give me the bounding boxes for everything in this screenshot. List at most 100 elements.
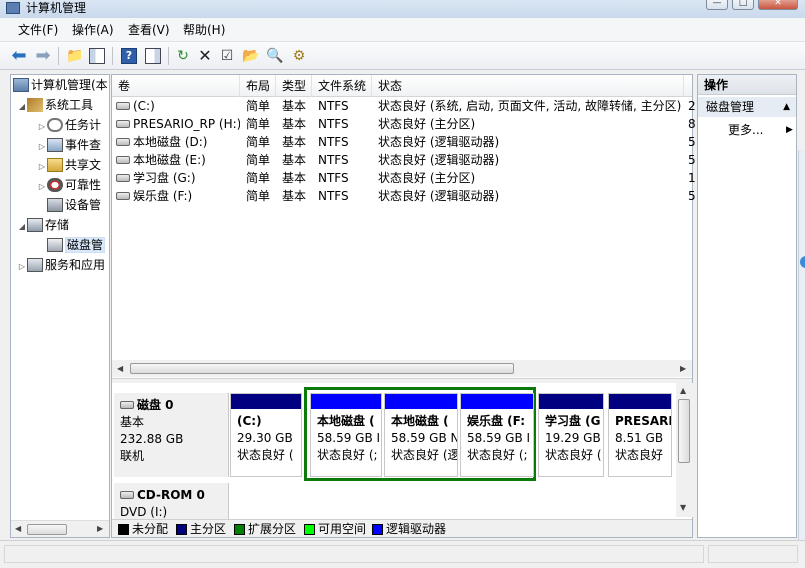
device-manager-icon <box>47 198 63 212</box>
scroll-right-arrow-icon[interactable]: ▶ <box>680 364 686 373</box>
legend-label: 未分配 <box>132 522 169 536</box>
volume-row[interactable]: PRESARIO_RP (H:) 简单 基本 NTFS 状态良好 (主分区) 8 <box>112 115 696 133</box>
drive-icon <box>116 138 130 146</box>
properties-icon[interactable]: ☑ <box>218 47 236 65</box>
tree-item-services-applications[interactable]: ▷ 服务和应用 <box>17 255 105 275</box>
tree-item-storage[interactable]: ◢ 存储 <box>17 215 69 235</box>
delete-icon[interactable]: ✕ <box>196 47 214 65</box>
legend-label: 扩展分区 <box>248 522 297 536</box>
more-actions-link[interactable]: 更多... ▶ <box>728 121 793 139</box>
show-hide-action-pane-icon[interactable] <box>144 47 162 65</box>
event-viewer-icon <box>47 138 63 152</box>
partition-legend: 未分配 主分区 扩展分区 可用空间 逻辑驱动器 <box>112 519 692 537</box>
menu-action[interactable]: 操作(A) <box>72 22 114 38</box>
partition-bar <box>609 394 671 409</box>
disk-graph-vertical-scrollbar[interactable]: ▲ ▼ <box>676 383 693 517</box>
background-window-edge <box>798 150 805 540</box>
status-segment <box>708 545 798 563</box>
column-filesystem[interactable]: 文件系统 <box>312 75 372 97</box>
window-title: 计算机管理 <box>26 1 87 15</box>
disk-settings-icon[interactable]: ⚙ <box>290 47 308 65</box>
actions-title: 操作 <box>698 75 796 95</box>
title-bar: 计算机管理 — □ ✕ <box>0 0 805 18</box>
tree-item-computer-management[interactable]: 计算机管理(本 <box>13 75 108 95</box>
expand-arrow-icon[interactable]: ▷ <box>37 177 47 197</box>
scroll-down-arrow-icon[interactable]: ▼ <box>680 503 686 512</box>
partition-h[interactable]: PRESARI 8.51 GB 状态良好 <box>608 393 672 477</box>
minimize-button[interactable]: — <box>706 0 728 10</box>
computer-management-icon <box>13 78 29 92</box>
menu-view[interactable]: 查看(V) <box>128 22 170 38</box>
volume-row[interactable]: (C:) 简单 基本 NTFS 状态良好 (系统, 启动, 页面文件, 活动, … <box>112 97 696 115</box>
computer-management-app-icon <box>6 2 20 14</box>
drive-icon <box>116 102 130 110</box>
tree-item-system-tools[interactable]: ◢ 系统工具 <box>17 95 93 115</box>
background-window-indicator <box>800 256 805 268</box>
menu-file[interactable]: 文件(F) <box>18 22 58 38</box>
collapse-arrow-icon[interactable]: ▲ <box>783 97 790 117</box>
partition-c[interactable]: (C:) 29.30 GB 状态良好 ( <box>230 393 302 477</box>
storage-icon <box>27 218 43 232</box>
tree-item-disk-management[interactable]: 磁盘管 <box>37 235 106 255</box>
expand-arrow-icon[interactable]: ▷ <box>37 117 47 137</box>
refresh-icon[interactable]: ↻ <box>174 47 192 65</box>
scroll-up-arrow-icon[interactable]: ▲ <box>680 386 686 395</box>
collapse-arrow-icon[interactable]: ◢ <box>17 217 27 237</box>
column-layout[interactable]: 布局 <box>240 75 276 97</box>
close-button[interactable]: ✕ <box>758 0 798 10</box>
expand-arrow-icon[interactable]: ▷ <box>17 257 27 277</box>
expand-arrow-icon[interactable]: ▷ <box>37 157 47 177</box>
drive-icon <box>116 120 130 128</box>
search-icon[interactable]: 🔍 <box>266 47 284 65</box>
scrollbar-thumb[interactable] <box>678 399 690 463</box>
expand-arrow-icon[interactable]: ▷ <box>37 137 47 157</box>
partition-g[interactable]: 学习盘 (G 19.29 GB 状态良好 ( <box>538 393 604 477</box>
forward-arrow-icon[interactable]: ➡ <box>34 47 52 65</box>
status-bar <box>0 540 805 568</box>
toolbar: ⬅ ➡ 📁 ? ↻ ✕ ☑ 📂 🔍 ⚙ <box>0 42 805 70</box>
drive-icon <box>116 156 130 164</box>
collapse-arrow-icon[interactable]: ◢ <box>17 97 27 117</box>
tree-item-device-manager[interactable]: 设备管 <box>37 195 101 215</box>
volume-row[interactable]: 娱乐盘 (F:) 简单 基本 NTFS 状态良好 (逻辑驱动器) 5 <box>112 187 696 205</box>
show-hide-tree-icon[interactable] <box>88 47 106 65</box>
up-folder-icon[interactable]: 📁 <box>66 47 84 65</box>
disk-management-icon <box>47 238 63 252</box>
column-type[interactable]: 类型 <box>276 75 312 97</box>
tree-horizontal-scrollbar[interactable]: ◀ ▶ <box>11 520 109 537</box>
column-volume[interactable]: 卷 <box>112 75 240 97</box>
volume-row[interactable]: 学习盘 (G:) 简单 基本 NTFS 状态良好 (主分区) 1 <box>112 169 696 187</box>
open-folder-icon[interactable]: 📂 <box>242 47 260 65</box>
disk-0-label[interactable]: 磁盘 0 基本 232.88 GB 联机 <box>114 393 229 477</box>
tree-item-reliability[interactable]: ▷ 可靠性 <box>37 175 101 195</box>
actions-section-disk-management[interactable]: 磁盘管理 ▲ <box>698 97 796 117</box>
back-arrow-icon[interactable]: ⬅ <box>10 47 28 65</box>
volume-list-header: 卷 布局 类型 文件系统 状态 <box>112 75 692 97</box>
toolbar-separator <box>58 47 59 65</box>
tools-icon <box>27 98 43 112</box>
services-icon <box>27 258 43 272</box>
cdrom-0-label[interactable]: CD-ROM 0 DVD (I:) <box>114 483 229 519</box>
volume-list-horizontal-scrollbar[interactable]: ◀ ▶ <box>112 360 692 377</box>
menu-help[interactable]: 帮助(H) <box>183 22 225 38</box>
partition-f[interactable]: 娱乐盘 (F: 58.59 GB I 状态良好 (; <box>460 393 534 477</box>
scrollbar-thumb[interactable] <box>130 363 514 374</box>
legend-label: 可用空间 <box>318 522 367 536</box>
navigation-tree: 计算机管理(本 ◢ 系统工具 ▷ 任务计 ▷ 事件查 ▷ 共享文 ▷ 可靠性 设备管 ◢ 存… <box>10 74 110 538</box>
scroll-left-arrow-icon[interactable]: ◀ <box>15 524 21 533</box>
tree-item-shared-folders[interactable]: ▷ 共享文 <box>37 155 101 175</box>
help-icon[interactable]: ? <box>120 47 138 65</box>
volume-row[interactable]: 本地磁盘 (D:) 简单 基本 NTFS 状态良好 (逻辑驱动器) 5 <box>112 133 696 151</box>
legend-swatch <box>118 524 129 535</box>
scrollbar-thumb[interactable] <box>27 524 67 535</box>
maximize-button[interactable]: □ <box>732 0 754 10</box>
volume-row[interactable]: 本地磁盘 (E:) 简单 基本 NTFS 状态良好 (逻辑驱动器) 5 <box>112 151 696 169</box>
tree-item-event-viewer[interactable]: ▷ 事件查 <box>37 135 101 155</box>
column-status[interactable]: 状态 <box>372 75 684 97</box>
scroll-left-arrow-icon[interactable]: ◀ <box>117 364 123 373</box>
scroll-right-arrow-icon[interactable]: ▶ <box>97 524 103 533</box>
partition-d[interactable]: 本地磁盘 (58.59 GB I 状态良好 (; <box>310 393 382 477</box>
partition-e[interactable]: 本地磁盘 (58.59 GB N 状态良好 (逻 <box>384 393 458 477</box>
tree-item-task-scheduler[interactable]: ▷ 任务计 <box>37 115 101 135</box>
disk-icon <box>120 401 134 409</box>
